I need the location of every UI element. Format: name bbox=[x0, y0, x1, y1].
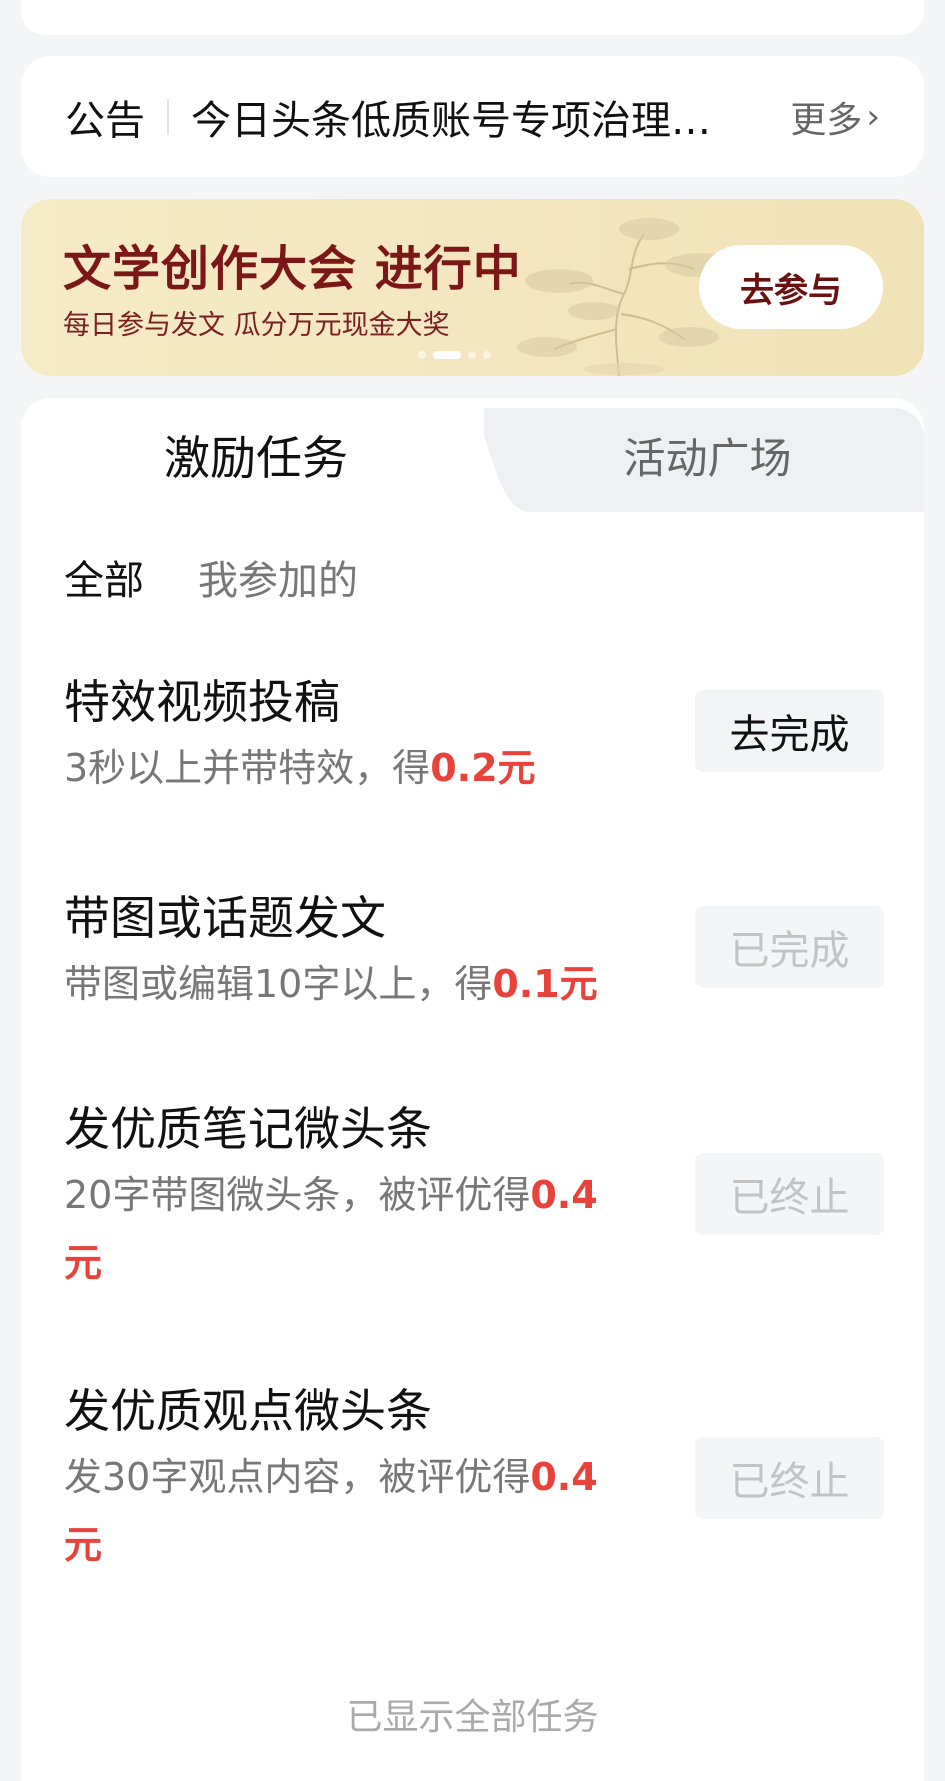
task-reward: 0.2元 bbox=[430, 746, 536, 790]
carousel-dot bbox=[483, 351, 491, 359]
notice-divider bbox=[167, 98, 169, 135]
task-desc-text: 20字带图微头条，被评优得 bbox=[64, 1173, 531, 1217]
task-ended-button: 已终止 bbox=[695, 1437, 884, 1519]
task-item: 发优质笔记微头条 20字带图微头条，被评优得0.4元 已终止 bbox=[64, 1093, 884, 1297]
notice-text[interactable]: 今日头条低质账号专项治理… bbox=[191, 88, 736, 146]
carousel-indicator bbox=[418, 350, 491, 360]
carousel-dot bbox=[418, 351, 426, 359]
chevron-right-icon: › bbox=[866, 96, 880, 137]
top-card-remnant bbox=[21, 0, 924, 35]
notice-label: 公告 bbox=[65, 97, 145, 144]
task-title: 发优质笔记微头条 bbox=[64, 1102, 432, 1156]
join-button[interactable]: 去参与 bbox=[699, 245, 883, 329]
banner-subtitle: 每日参与发文 瓜分万元现金大奖 bbox=[63, 310, 450, 341]
task-item: 发优质观点微头条 发30字观点内容，被评优得0.4元 已终止 bbox=[64, 1375, 884, 1579]
task-reward: 0.1元 bbox=[492, 962, 598, 1006]
task-completed-button: 已完成 bbox=[695, 906, 884, 988]
tab-activity-square[interactable]: 活动广场 bbox=[491, 398, 924, 512]
banner-title: 文学创作大会 进行中 bbox=[63, 241, 522, 297]
carousel-dot-active bbox=[433, 351, 461, 359]
task-desc-text: 带图或编辑10字以上，得 bbox=[64, 962, 493, 1006]
task-desc-text: 3秒以上并带特效，得 bbox=[64, 746, 431, 790]
tab-bar: 激励任务 活动广场 bbox=[21, 398, 924, 512]
task-description: 3秒以上并带特效，得0.2元 bbox=[64, 734, 629, 802]
notice-more-label: 更多 bbox=[790, 99, 863, 141]
task-description: 发30字观点内容，被评优得0.4元 bbox=[64, 1443, 629, 1579]
task-ended-button: 已终止 bbox=[695, 1153, 884, 1235]
filter-bar: 全部 我参加的 bbox=[64, 548, 358, 606]
carousel-dot bbox=[468, 351, 476, 359]
task-panel: 激励任务 活动广场 全部 我参加的 特效视频投稿 3秒以上并带特效，得0.2元 … bbox=[21, 398, 924, 1781]
task-desc-text: 发30字观点内容，被评优得 bbox=[64, 1455, 531, 1499]
tab-incentive-tasks[interactable]: 激励任务 bbox=[21, 398, 491, 512]
task-complete-button[interactable]: 去完成 bbox=[695, 690, 884, 772]
filter-joined[interactable]: 我参加的 bbox=[198, 548, 358, 606]
notice-bar[interactable]: 公告 今日头条低质账号专项治理… 更多 › bbox=[21, 56, 924, 177]
page: 公告 今日头条低质账号专项治理… 更多 › 文学创作大会 进行中 每日参与发文 … bbox=[0, 0, 945, 1781]
task-description: 20字带图微头条，被评优得0.4元 bbox=[64, 1161, 629, 1297]
task-item: 带图或话题发文 带图或编辑10字以上，得0.1元 已完成 bbox=[64, 882, 884, 1018]
all-tasks-shown-note: 已显示全部任务 bbox=[346, 1697, 599, 1738]
task-title: 发优质观点微头条 bbox=[64, 1384, 432, 1438]
task-item: 特效视频投稿 3秒以上并带特效，得0.2元 去完成 bbox=[64, 666, 884, 802]
notice-more-link[interactable]: 更多 › bbox=[790, 91, 880, 143]
task-description: 带图或编辑10字以上，得0.1元 bbox=[64, 950, 629, 1018]
filter-all[interactable]: 全部 bbox=[64, 548, 144, 606]
